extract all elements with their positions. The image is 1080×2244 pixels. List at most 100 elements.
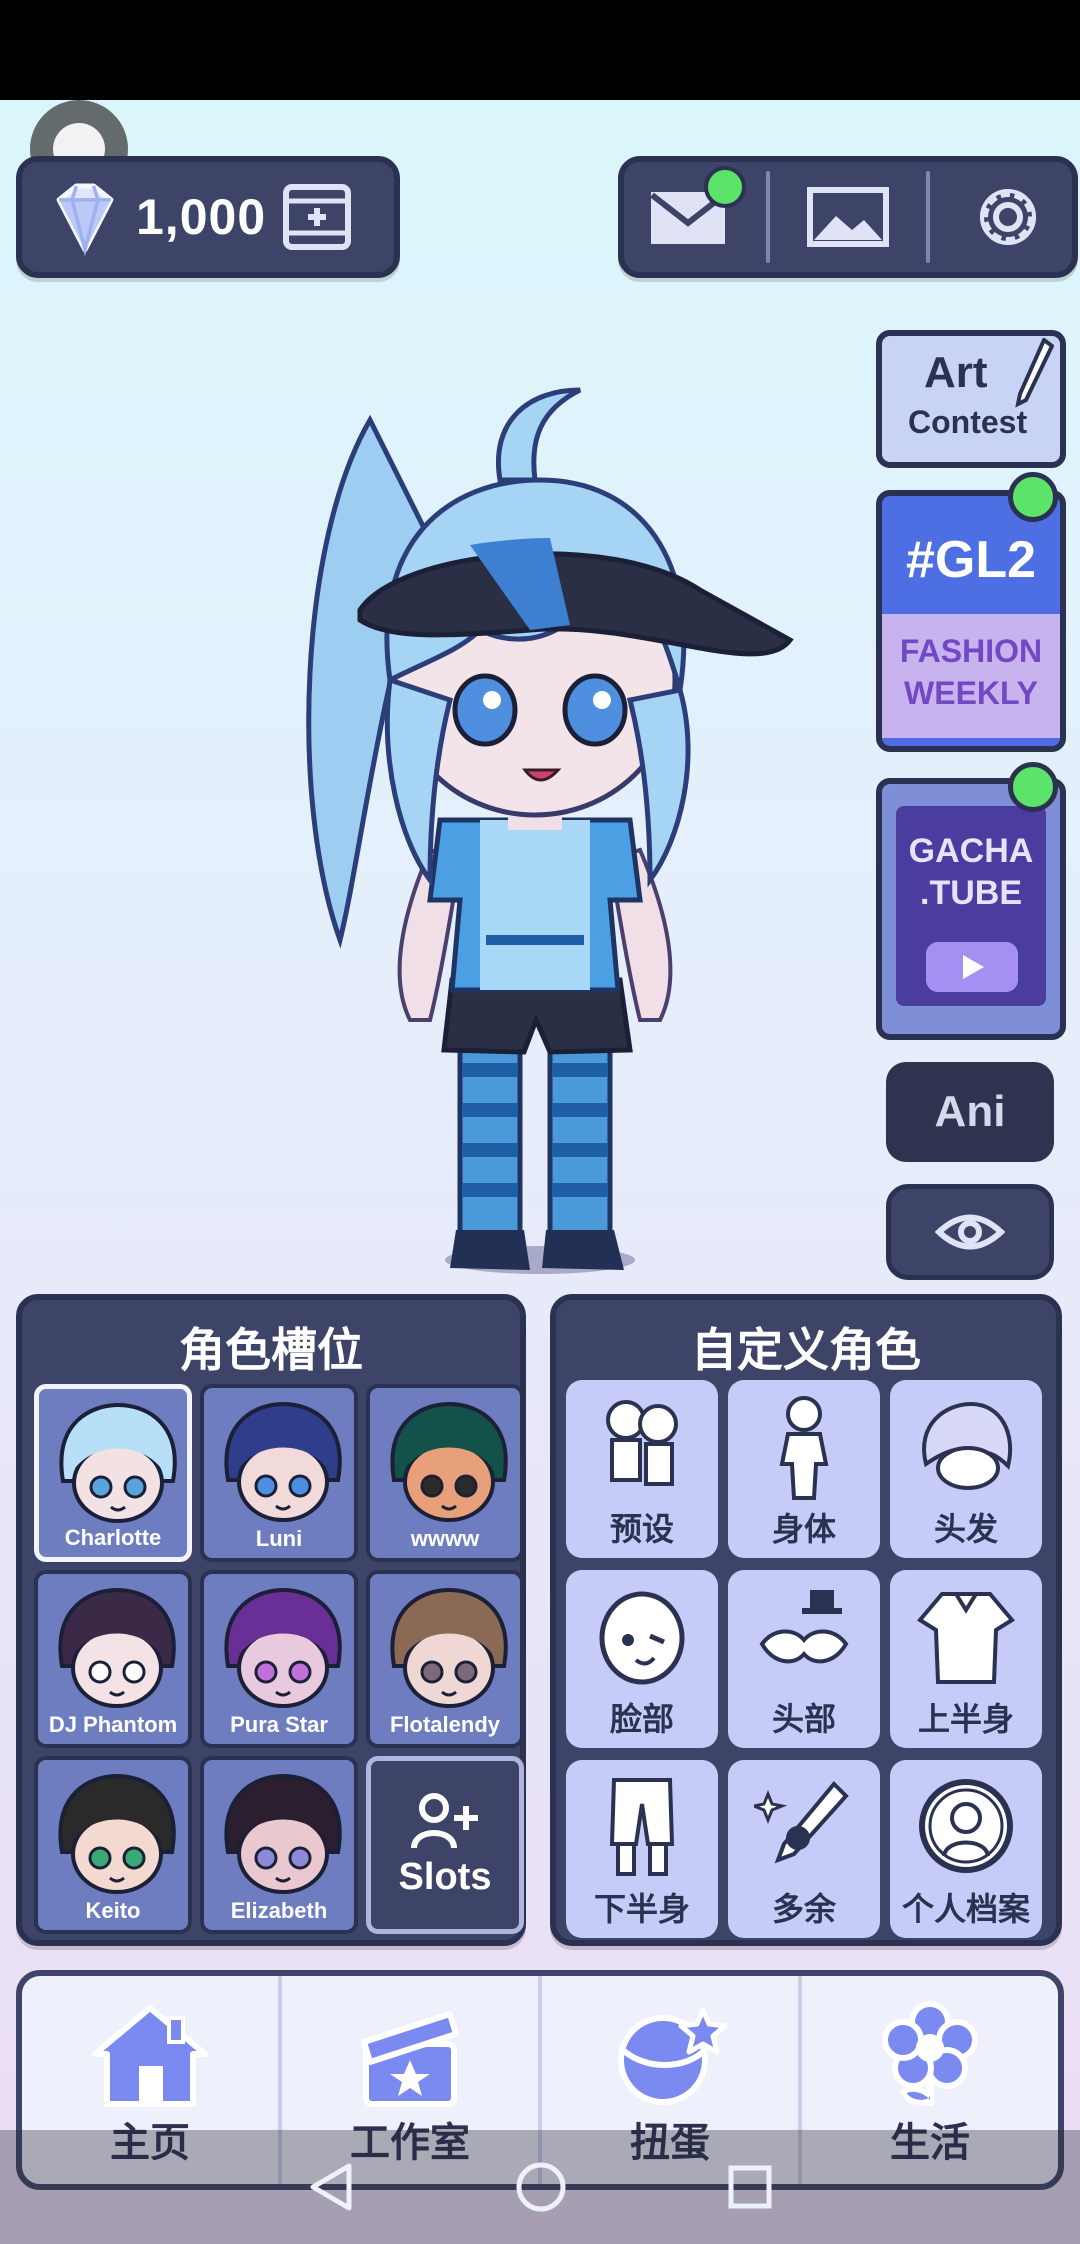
customize-label: 个人档案 [901, 1891, 1030, 1927]
toolbar-divider [766, 171, 770, 263]
gacha-ball-icon [618, 2007, 728, 2105]
character-portrait [58, 1587, 176, 1708]
character-slot-name: Flotalendy [389, 1712, 500, 1737]
slots-panel-title: 角色槽位 [179, 1324, 363, 1376]
body-icon [779, 1396, 829, 1500]
profile-icon [919, 1779, 1013, 1873]
customize-panel-title: 自定义角色 [691, 1324, 921, 1376]
ani-button[interactable]: Ani [886, 1062, 1054, 1162]
top-toolbar [618, 156, 1078, 278]
art-contest-line1: Art [924, 348, 988, 397]
add-slots-label: Slots [398, 1855, 492, 1898]
customize-label: 预设 [609, 1511, 674, 1547]
character-portrait [390, 1587, 508, 1708]
art-contest-line2: Contest [908, 404, 1028, 440]
character-slot[interactable]: Charlotte [34, 1384, 192, 1562]
art-contest-card[interactable]: Art Contest [876, 330, 1066, 468]
home-icon [92, 2005, 208, 2107]
customize-extra-button[interactable]: 多余 [728, 1760, 880, 1938]
gear-icon [980, 189, 1036, 245]
slot-grid: Charlotte Luni wwww DJ Phantom Pura Star… [34, 1384, 524, 1934]
customize-label: 头发 [933, 1511, 998, 1547]
gallery-button[interactable] [798, 172, 898, 262]
customize-label: 头部 [771, 1701, 836, 1737]
customize-top-button[interactable]: 上半身 [890, 1570, 1042, 1748]
customize-label: 多余 [771, 1891, 836, 1927]
gl2-band: FASHION WEEKLY [882, 614, 1060, 738]
character-slot[interactable]: Flotalendy [366, 1570, 524, 1748]
mail-button[interactable] [638, 166, 746, 262]
gl2-line1: FASHION [899, 633, 1043, 669]
customize-preset-button[interactable]: 预设 [566, 1380, 718, 1558]
customize-label: 上半身 [917, 1701, 1014, 1737]
character-portrait [224, 1587, 342, 1708]
character-slot-name: wwww [410, 1526, 480, 1551]
character-slot[interactable]: Keito [34, 1756, 192, 1934]
gacha-tube-line2: .TUBE [920, 874, 1022, 912]
character-portrait [58, 1773, 176, 1894]
toolbar-divider [926, 171, 930, 263]
settings-button[interactable] [958, 172, 1058, 262]
preset-icon [606, 1400, 678, 1486]
head-accessory-icon [759, 1590, 849, 1664]
gl2-notification-dot [1008, 472, 1058, 522]
customize-character-panel: 自定义角色 预设 身体 头发 脸部 头部 上半身 下半身 多余 个人档案 [550, 1294, 1062, 1946]
gl2-title: #GL2 [905, 531, 1037, 589]
customize-grid: 预设 身体 头发 脸部 头部 上半身 下半身 多余 个人档案 [566, 1380, 1042, 1938]
gacha-tube-screen: GACHA .TUBE [896, 806, 1046, 1006]
customize-body-button[interactable]: 身体 [728, 1380, 880, 1558]
customize-hair-button[interactable]: 头发 [890, 1380, 1042, 1558]
face-icon [599, 1591, 685, 1685]
character-portrait [390, 1401, 508, 1522]
gacha-tube-card[interactable]: GACHA .TUBE [876, 778, 1066, 1040]
character-slot-name: Charlotte [64, 1525, 162, 1550]
character-slots-panel: 角色槽位 Charlotte Luni wwww DJ Phantom Pura… [16, 1294, 526, 1946]
pencil-icon [1015, 338, 1054, 408]
character-slot-name: DJ Phantom [48, 1712, 178, 1737]
character-slot-name: Pura Star [230, 1712, 328, 1737]
character-slot[interactable]: wwww [366, 1384, 524, 1562]
character-slot-name: Luni [255, 1526, 303, 1551]
character-slot-name: Keito [85, 1898, 141, 1923]
character-preview[interactable] [280, 380, 800, 1280]
gl2-fashion-weekly-card[interactable]: #GL2 FASHION WEEKLY [876, 490, 1066, 752]
play-icon [926, 942, 1018, 992]
customize-profile-button[interactable]: 个人档案 [890, 1760, 1042, 1938]
character-slot[interactable]: Luni [200, 1384, 358, 1562]
system-navigation-bar [0, 2130, 1080, 2244]
customize-label: 身体 [771, 1511, 836, 1547]
hair-icon [922, 1401, 1013, 1490]
gl2-line2: WEEKLY [904, 675, 1038, 711]
character-slot-name: Elizabeth [230, 1898, 328, 1923]
character-portrait [224, 1401, 342, 1522]
top-icon [916, 1592, 1016, 1684]
character-portrait [224, 1773, 342, 1894]
extra-icon [754, 1781, 849, 1864]
add-user-icon [411, 1792, 478, 1849]
customize-label: 下半身 [593, 1891, 690, 1927]
gallery-icon [807, 187, 889, 247]
toggle-ui-button[interactable] [886, 1184, 1054, 1280]
back-icon[interactable] [307, 2162, 355, 2212]
clapperboard-icon [361, 2011, 459, 2107]
customize-bottom-button[interactable]: 下半身 [566, 1760, 718, 1938]
gacha-tube-notification-dot [1008, 762, 1058, 812]
gacha-tube-line1: GACHA [908, 832, 1034, 870]
customize-label: 脸部 [609, 1701, 674, 1737]
gem-count: 1,000 [136, 189, 267, 245]
recents-icon[interactable] [727, 2164, 773, 2210]
character-slot[interactable]: Pura Star [200, 1570, 358, 1748]
home-circle-icon[interactable] [515, 2161, 567, 2213]
character-slot[interactable]: Elizabeth [200, 1756, 358, 1934]
add-slots-button[interactable]: Slots [366, 1756, 524, 1934]
currency-bar: 1,000 [16, 156, 400, 278]
add-gems-video-icon[interactable] [282, 181, 352, 253]
character-portrait [59, 1402, 177, 1523]
mail-notification-dot [704, 166, 746, 208]
status-bar [0, 0, 1080, 100]
character-slot[interactable]: DJ Phantom [34, 1570, 192, 1748]
flower-icon [882, 2001, 978, 2106]
customize-face-button[interactable]: 脸部 [566, 1570, 718, 1748]
eye-icon [935, 1214, 1005, 1250]
customize-head-button[interactable]: 头部 [728, 1570, 880, 1748]
